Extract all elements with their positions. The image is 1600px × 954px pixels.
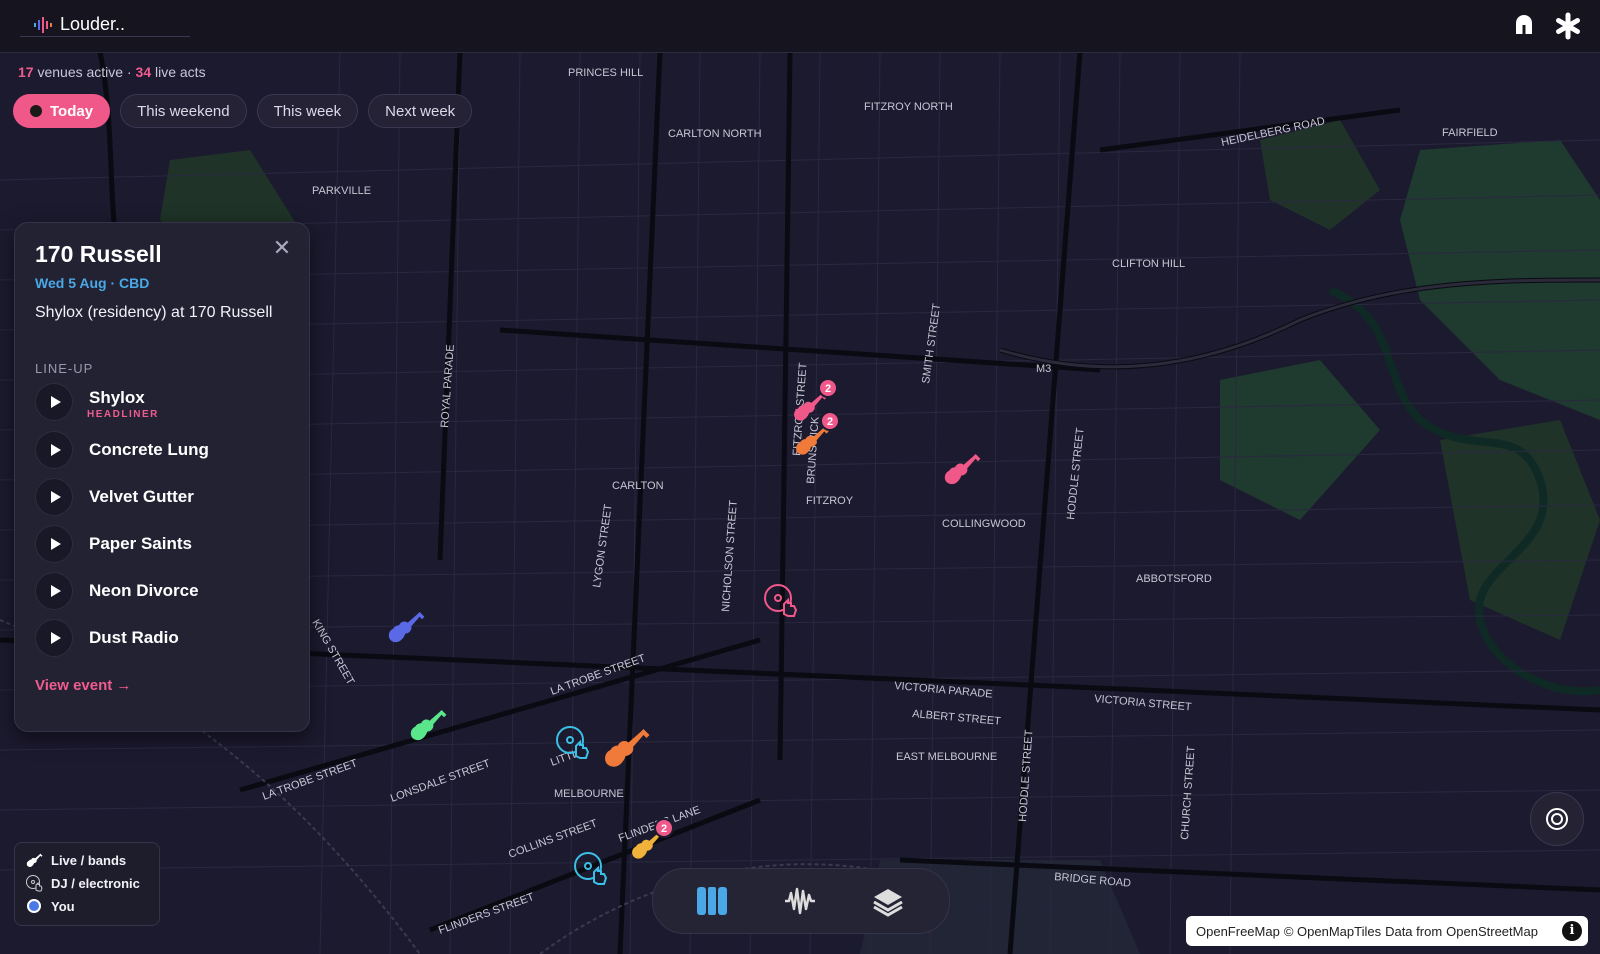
play-icon bbox=[50, 444, 61, 456]
attribution-link-osm[interactable]: OpenStreetMap bbox=[1446, 924, 1538, 939]
locate-me-button[interactable] bbox=[1530, 792, 1584, 846]
tab-next-week[interactable]: Next week bbox=[368, 94, 473, 128]
legend-dj-label: DJ / electronic bbox=[51, 875, 140, 891]
attribution-link-openmaptiles[interactable]: © OpenMapTiles bbox=[1284, 924, 1381, 939]
svg-text:2: 2 bbox=[825, 383, 831, 395]
sound-wave-icon bbox=[34, 16, 52, 33]
map-label: FITZROY NORTH bbox=[864, 101, 953, 113]
legend-live-label: Live / bands bbox=[51, 852, 127, 868]
tab-label: Next week bbox=[385, 102, 456, 120]
app-logo[interactable]: Louder.. bbox=[34, 14, 125, 35]
venue-date-location: Wed 5 Aug · CBD bbox=[35, 275, 150, 291]
legend-dj: DJ / electronic bbox=[25, 874, 140, 892]
venues-count: 17 bbox=[18, 64, 34, 80]
play-icon bbox=[50, 538, 61, 550]
lineup-item: Paper Saints bbox=[35, 525, 192, 563]
map-label: PARKVILLE bbox=[312, 185, 371, 197]
map-view-icon[interactable] bbox=[695, 885, 729, 917]
map-label: EAST MELBOURNE bbox=[896, 751, 997, 763]
tab-label: This weekend bbox=[137, 102, 230, 120]
lineup-item: Neon Divorce bbox=[35, 572, 199, 610]
location-dot-icon bbox=[25, 897, 43, 915]
close-icon[interactable]: ✕ bbox=[271, 237, 293, 259]
venue-detail-panel: 170 Russell ✕ Wed 5 Aug · CBD Shylox (re… bbox=[14, 222, 310, 732]
legend-you-label: You bbox=[51, 898, 75, 914]
venue-title: 170 Russell bbox=[35, 241, 162, 267]
cluster-badge[interactable]: 2 bbox=[820, 411, 840, 431]
guitar-icon bbox=[25, 851, 43, 869]
sound-wave-icon[interactable] bbox=[783, 885, 817, 917]
play-icon bbox=[50, 396, 61, 408]
map-attribution: OpenFreeMap © OpenMapTiles Data from Ope… bbox=[1186, 916, 1588, 946]
play-button[interactable] bbox=[35, 525, 73, 563]
play-button[interactable] bbox=[35, 478, 73, 516]
settings-asterisk-icon[interactable] bbox=[1554, 12, 1582, 40]
map-label: M3 bbox=[1036, 363, 1051, 375]
venues-text: venues active · bbox=[37, 64, 132, 80]
map-label: MELBOURNE bbox=[554, 788, 624, 800]
play-icon bbox=[50, 585, 61, 597]
map-legend: Live / bands DJ / electronic You bbox=[14, 842, 160, 926]
lineup-item: Dust Radio bbox=[35, 619, 179, 657]
lineup-item: Velvet Gutter bbox=[35, 478, 194, 516]
legend-you: You bbox=[25, 897, 75, 915]
play-icon bbox=[50, 491, 61, 503]
tab-label: This week bbox=[273, 102, 342, 120]
attribution-link-openfreemap[interactable]: OpenFreeMap bbox=[1196, 924, 1280, 939]
logo-underline bbox=[20, 36, 190, 37]
tab-this-week[interactable]: This week bbox=[256, 94, 359, 128]
app-name: Louder.. bbox=[60, 14, 126, 34]
play-icon bbox=[50, 632, 61, 644]
lineup-item: Shylox HEADLINER bbox=[35, 383, 157, 421]
venue-description: Shylox (residency) at 170 Russell bbox=[35, 304, 273, 321]
tab-today[interactable]: Today bbox=[13, 94, 111, 128]
svg-text:2: 2 bbox=[661, 823, 667, 835]
map-label: COLLINGWOOD bbox=[942, 518, 1026, 530]
map-label: CARLTON NORTH bbox=[668, 128, 762, 140]
attribution-text: Data from bbox=[1385, 923, 1443, 939]
top-bar: Louder.. bbox=[0, 0, 1600, 53]
artist-name: Concrete Lung bbox=[89, 440, 209, 459]
notification-bell-icon[interactable] bbox=[1510, 12, 1538, 40]
headliner-badge: HEADLINER bbox=[87, 409, 159, 420]
artist-name: Shylox bbox=[89, 388, 145, 407]
activity-summary: 17 venues active · 34 live acts bbox=[18, 64, 206, 80]
artist-name: Neon Divorce bbox=[89, 581, 199, 600]
date-filter-tabs: Today This weekend This week Next week bbox=[13, 94, 473, 128]
artist-name: Velvet Gutter bbox=[89, 487, 194, 506]
map-label: FAIRFIELD bbox=[1442, 127, 1498, 139]
acts-text: live acts bbox=[155, 64, 206, 80]
map-label: FITZROY bbox=[806, 495, 854, 507]
map-label: ABBOTSFORD bbox=[1136, 573, 1212, 585]
play-button[interactable] bbox=[35, 572, 73, 610]
cluster-badge[interactable]: 2 bbox=[818, 378, 838, 398]
acts-count: 34 bbox=[135, 64, 152, 80]
locate-target-icon bbox=[1546, 808, 1568, 830]
view-event-link[interactable]: View event → bbox=[35, 677, 131, 694]
map-label: PRINCES HILL bbox=[568, 67, 643, 79]
play-button[interactable] bbox=[35, 431, 73, 469]
play-button[interactable] bbox=[35, 619, 73, 657]
legend-live: Live / bands bbox=[25, 851, 126, 869]
cluster-badge[interactable]: 2 bbox=[654, 818, 674, 838]
svg-text:2: 2 bbox=[827, 416, 833, 428]
lineup-heading: LINE-UP bbox=[35, 361, 94, 376]
active-dot-icon bbox=[30, 105, 42, 117]
tab-label: Today bbox=[50, 102, 94, 120]
map-label: CLIFTON HILL bbox=[1112, 258, 1185, 270]
layers-icon[interactable] bbox=[871, 885, 905, 917]
lineup-item: Concrete Lung bbox=[35, 431, 209, 469]
info-icon[interactable]: i bbox=[1562, 921, 1582, 941]
tab-this-weekend[interactable]: This weekend bbox=[120, 94, 247, 128]
play-button[interactable] bbox=[35, 383, 73, 421]
artist-name: Dust Radio bbox=[89, 628, 179, 647]
bottom-toolbar bbox=[652, 868, 950, 934]
artist-name: Paper Saints bbox=[89, 534, 192, 553]
map-label: CARLTON bbox=[612, 480, 664, 492]
turntable-icon bbox=[25, 874, 43, 892]
